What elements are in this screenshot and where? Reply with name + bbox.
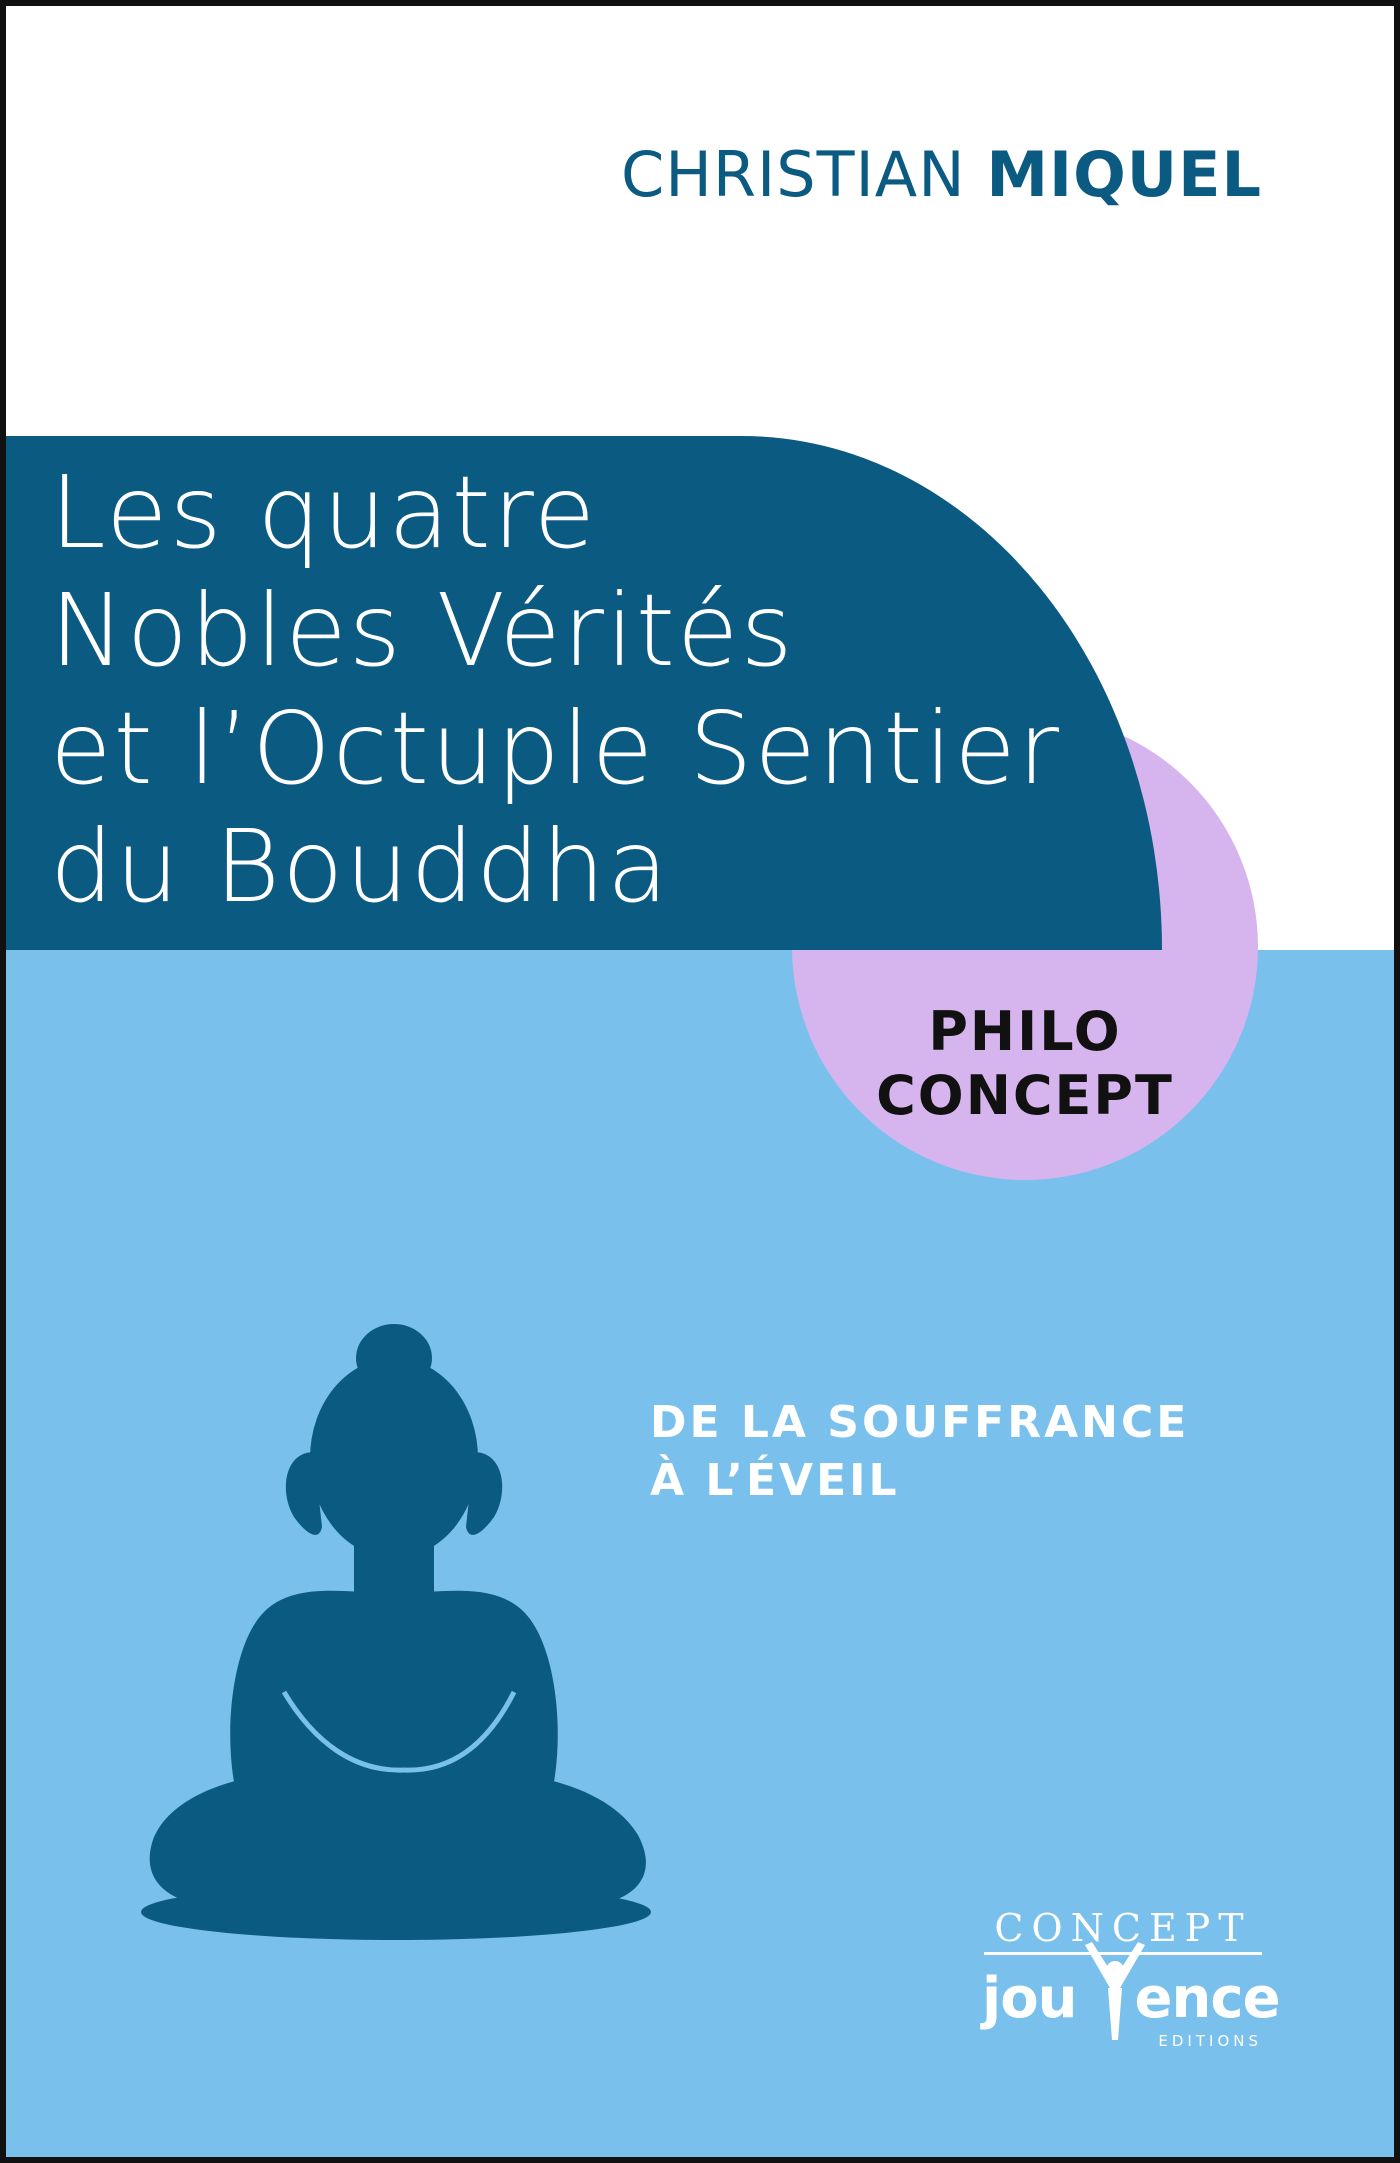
book-subtitle: DE LA SOUFFRANCE À L’ÉVEIL <box>650 1394 1189 1510</box>
author-last-name: MIQUEL <box>986 138 1262 211</box>
title-line: et l’Octuple Sentier <box>50 690 1061 807</box>
buddha-silhouette-icon <box>141 1324 651 1940</box>
publisher-logo: CONCEPT jou ence EDITIONS <box>978 1906 1281 2056</box>
collection-line-1: PHILO <box>928 1000 1122 1063</box>
author-name: CHRISTIAN MIQUEL <box>621 138 1262 211</box>
title-line: du Bouddha <box>50 808 671 925</box>
subtitle-line: À L’ÉVEIL <box>650 1455 900 1506</box>
publisher-figure-icon <box>1085 1942 1145 2040</box>
book-title: Les quatre Nobles Vérités et l’Octuple S… <box>50 454 1130 926</box>
publisher-name-right: ence <box>1134 1966 1281 2031</box>
book-cover: CHRISTIAN MIQUEL Les quatre Nobles Vérit… <box>0 0 1400 2163</box>
subtitle-line: DE LA SOUFFRANCE <box>650 1397 1190 1448</box>
title-line: Nobles Vérités <box>50 572 795 689</box>
title-line: Les quatre <box>50 454 598 571</box>
author-first-name: CHRISTIAN <box>621 138 966 211</box>
publisher-name-left: jou <box>982 1966 1078 2031</box>
collection-line-2: CONCEPT <box>876 1064 1174 1127</box>
publisher-editions: EDITIONS <box>1158 2032 1262 2050</box>
collection-label: PHILO CONCEPT <box>792 1000 1258 1128</box>
